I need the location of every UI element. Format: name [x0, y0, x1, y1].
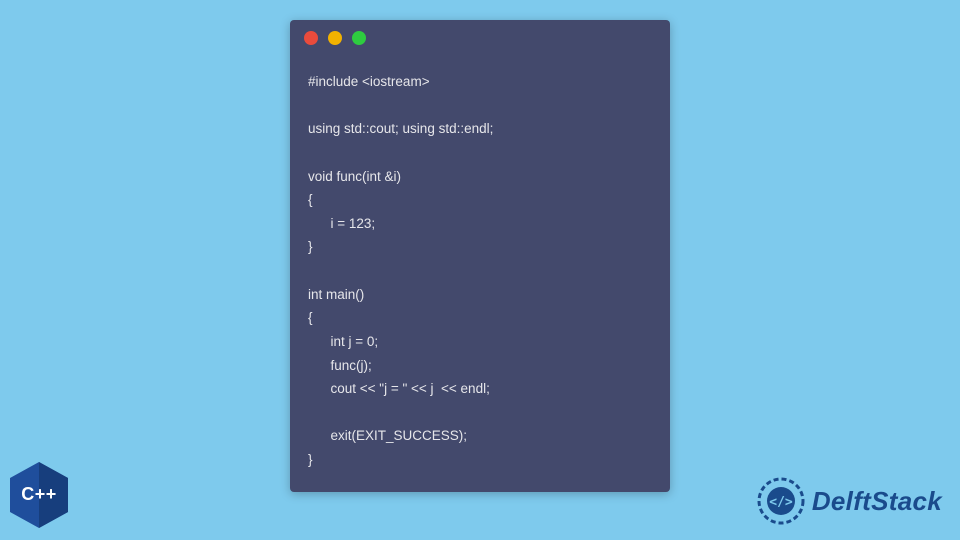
- maximize-dot-icon: [352, 31, 366, 45]
- brand-name: DelftStack: [812, 486, 942, 517]
- code-window: #include <iostream> using std::cout; usi…: [290, 20, 670, 492]
- cpp-language-badge: C++: [8, 460, 72, 532]
- code-content: #include <iostream> using std::cout; usi…: [290, 56, 670, 492]
- svg-text:</>: </>: [769, 495, 793, 510]
- close-dot-icon: [304, 31, 318, 45]
- cpp-hexagon-icon: C++: [8, 460, 70, 530]
- brand-logo: </> DelftStack: [756, 476, 942, 526]
- cpp-badge-label: C++: [21, 484, 57, 505]
- window-titlebar: [290, 20, 670, 56]
- minimize-dot-icon: [328, 31, 342, 45]
- brand-gear-icon: </>: [756, 476, 806, 526]
